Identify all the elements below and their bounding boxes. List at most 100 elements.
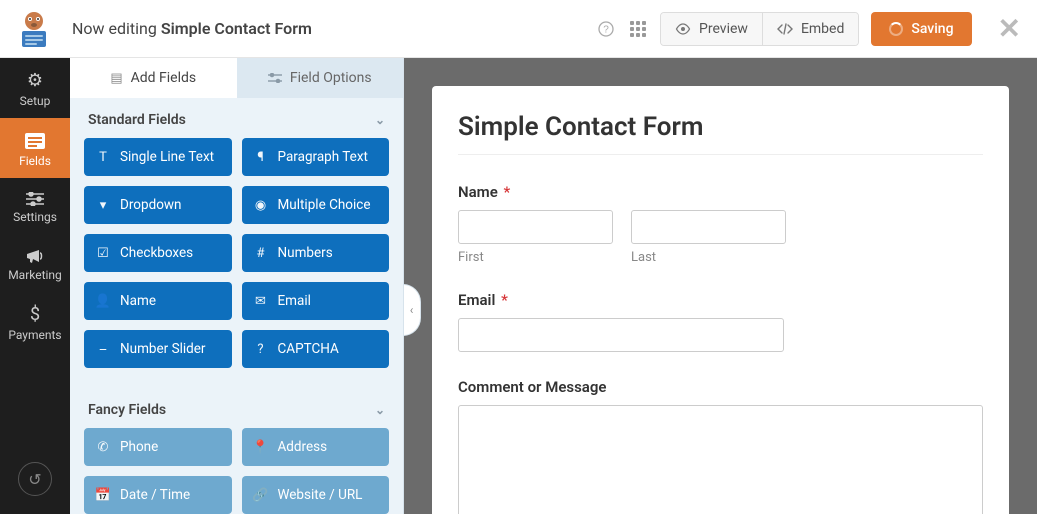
nav-label: Payments <box>8 328 61 342</box>
chevron-down-icon: ⌄ <box>375 113 385 127</box>
label-text: Name <box>458 183 498 201</box>
spinner-icon <box>889 22 903 36</box>
tab-label: Add Fields <box>131 70 197 86</box>
field-label: Checkboxes <box>120 245 193 261</box>
field-name[interactable]: 👤 Name <box>84 282 232 320</box>
preview-embed-group: Preview Embed <box>660 12 859 46</box>
wpforms-logo <box>12 7 56 51</box>
sliders-icon <box>26 192 44 206</box>
close-icon[interactable]: ✕ <box>998 15 1021 43</box>
input-first-name[interactable] <box>458 210 613 244</box>
layout-icon: ▤ <box>110 71 122 86</box>
paragraph-icon: ¶ <box>254 150 268 165</box>
map-pin-icon: 📍 <box>254 440 268 455</box>
nav-label: Fields <box>19 154 51 168</box>
form-preview: Simple Contact Form Name * First Last <box>432 86 1009 514</box>
field-label: Address <box>278 439 328 455</box>
code-icon <box>777 23 793 35</box>
field-multiple-choice[interactable]: ◉Multiple Choice <box>242 186 390 224</box>
field-number-slider[interactable]: ⎯ Number Slider <box>84 330 232 368</box>
field-single-line-text[interactable]: TSingle Line Text <box>84 138 232 176</box>
top-actions: ? Preview Embed Saving ✕ <box>596 12 1021 46</box>
nav-fields[interactable]: Fields <box>0 118 70 178</box>
standard-fields-grid: TSingle Line Text ¶ Paragraph Text ▾ Dropd… <box>70 138 403 388</box>
required-mark: * <box>504 183 511 201</box>
section-fancy-fields[interactable]: Fancy Fields ⌄ <box>70 388 403 428</box>
sublabel-last: Last <box>631 250 786 265</box>
dropdown-icon: ▾ <box>96 198 110 213</box>
field-phone[interactable]: ✆ Phone <box>84 428 232 466</box>
embed-label: Embed <box>801 21 844 37</box>
field-label: CAPTCHA <box>278 341 339 357</box>
text-icon: T <box>96 150 110 165</box>
link-icon: 🔗 <box>254 488 268 503</box>
section-title: Fancy Fields <box>88 402 166 418</box>
field-label-email: Email * <box>458 291 983 309</box>
save-label: Saving <box>911 21 953 37</box>
field-label: Name <box>120 293 156 309</box>
field-dropdown[interactable]: ▾ Dropdown <box>84 186 232 224</box>
field-label-name: Name * <box>458 183 983 201</box>
field-paragraph-text[interactable]: ¶ Paragraph Text <box>242 138 390 176</box>
form-icon <box>24 132 46 150</box>
dollar-icon: $ <box>30 306 40 324</box>
embed-button[interactable]: Embed <box>762 13 858 45</box>
preview-button[interactable]: Preview <box>661 13 762 45</box>
phone-icon: ✆ <box>96 440 110 455</box>
slider-icon: ⎯ <box>96 342 110 357</box>
required-mark: * <box>501 291 508 309</box>
editing-prefix: Now editing <box>72 19 161 38</box>
bullhorn-icon <box>26 248 44 264</box>
apps-icon[interactable] <box>628 19 648 39</box>
field-row-name: Name * First Last <box>458 183 983 265</box>
nav-label: Marketing <box>8 268 62 282</box>
field-label: Number Slider <box>120 341 206 357</box>
sliders-icon <box>268 73 282 83</box>
field-row-message: Comment or Message <box>458 378 983 514</box>
field-label: Date / Time <box>120 487 190 503</box>
checkbox-icon: ☑ <box>96 246 110 261</box>
field-address[interactable]: 📍 Address <box>242 428 390 466</box>
textarea-message[interactable] <box>458 405 983 514</box>
save-button[interactable]: Saving <box>871 12 971 46</box>
section-standard-fields[interactable]: Standard Fields ⌄ <box>70 98 403 138</box>
field-checkboxes[interactable]: ☑ Checkboxes <box>84 234 232 272</box>
tab-add-fields[interactable]: ▤ Add Fields <box>70 58 237 98</box>
tab-field-options[interactable]: Field Options <box>237 58 404 98</box>
body-area: ⚙ Setup Fields Settings Marketing $ Paym… <box>0 58 1037 514</box>
field-label: Dropdown <box>120 197 182 213</box>
divider <box>458 154 983 155</box>
input-last-name[interactable] <box>631 210 786 244</box>
nav-label: Setup <box>20 94 51 108</box>
field-numbers[interactable]: #Numbers <box>242 234 390 272</box>
nav-payments[interactable]: $ Payments <box>0 292 70 352</box>
sublabel-first: First <box>458 250 613 265</box>
tab-label: Field Options <box>290 70 372 86</box>
preview-area: ‹ Simple Contact Form Name * First Last <box>404 58 1037 514</box>
form-title: Simple Contact Form <box>458 112 983 142</box>
nav-settings[interactable]: Settings <box>0 178 70 234</box>
field-label: Phone <box>120 439 158 455</box>
fields-sidebar: ▤ Add Fields Field Options Standard Fiel… <box>70 58 404 514</box>
help-icon[interactable]: ? <box>596 19 616 39</box>
input-email[interactable] <box>458 318 784 352</box>
nav-marketing[interactable]: Marketing <box>0 234 70 292</box>
field-date-time[interactable]: 📅Date / Time <box>84 476 232 514</box>
hash-icon: # <box>254 246 268 261</box>
field-row-email: Email * <box>458 291 983 352</box>
editing-label: Now editing Simple Contact Form <box>72 19 312 38</box>
user-icon: 👤 <box>96 294 110 309</box>
top-bar: Now editing Simple Contact Form ? Previe… <box>0 0 1037 58</box>
history-icon[interactable]: ↺ <box>18 462 52 496</box>
nav-label: Settings <box>13 210 57 224</box>
field-label: Paragraph Text <box>278 149 368 165</box>
eye-icon <box>675 23 691 35</box>
vertical-nav: ⚙ Setup Fields Settings Marketing $ Paym… <box>0 58 70 514</box>
field-website-url[interactable]: 🔗Website / URL <box>242 476 390 514</box>
radio-icon: ◉ <box>254 198 268 213</box>
collapse-sidebar-handle[interactable]: ‹ <box>404 284 421 336</box>
field-email[interactable]: ✉Email <box>242 282 390 320</box>
field-captcha[interactable]: ? CAPTCHA <box>242 330 390 368</box>
nav-setup[interactable]: ⚙ Setup <box>0 58 70 118</box>
shield-icon: ? <box>254 342 268 357</box>
